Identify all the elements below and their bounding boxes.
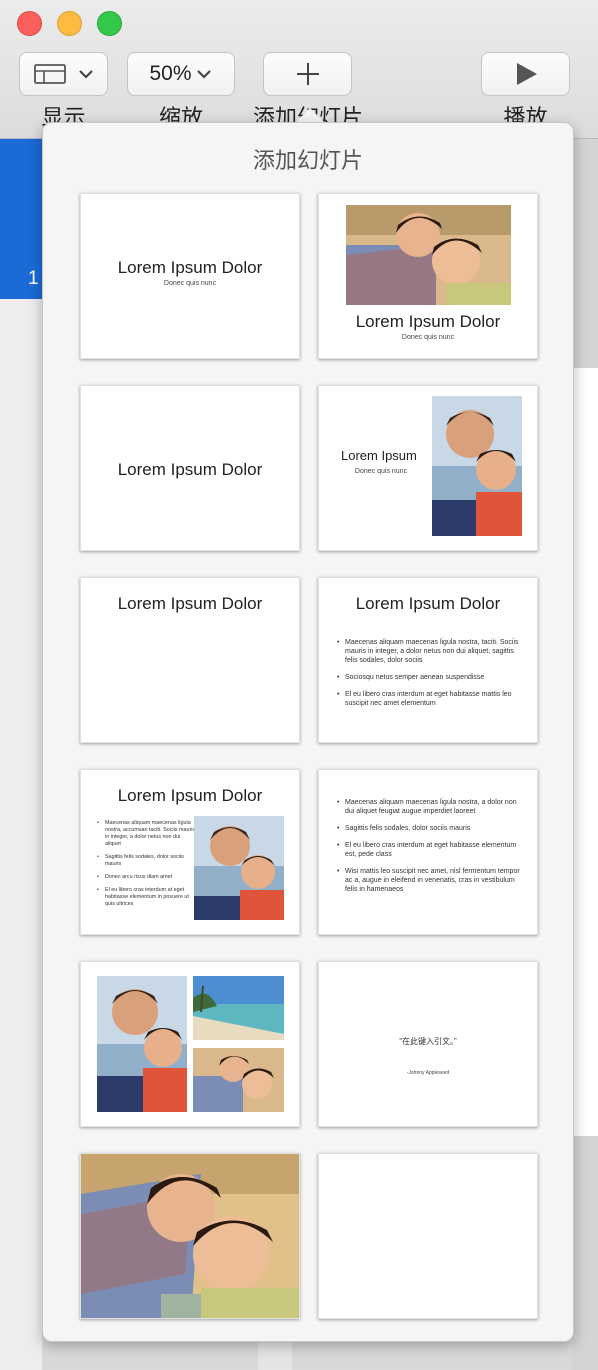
mother-child-photo [432,396,522,536]
plus-icon [296,63,319,85]
bullet-item: Sagittis felis sodales, dolor sociis mau… [97,854,197,868]
layout-title-subtitle[interactable]: Lorem Ipsum Dolor Donec quis nunc [80,193,300,359]
slide-navigator[interactable] [0,139,42,1370]
quote-text: “在此键入引文。” [399,1037,457,1046]
mother-child-photo [97,976,187,1112]
mother-child-photo [194,816,284,920]
layout-title-top[interactable]: Lorem Ipsum Dolor [80,577,300,743]
layout-title: Lorem Ipsum Dolor [117,594,263,613]
bullet-item: Sagittis felis sodales, dolor sociis mau… [337,824,527,833]
quote-author: -Johnny Appleseed [406,1070,450,1076]
kids-photo [81,1154,299,1318]
bullet-list: Maecenas aliquam maecenas ligula nostra,… [335,638,527,716]
play-icon [516,63,537,85]
status-strip [258,1342,292,1370]
zoom-value: 50% [149,62,192,85]
bullet-item: Maecenas aliquam maecenas ligula nostra,… [337,798,527,816]
bullet-item: Wisi mattis leo suscipit nec amet, nisl … [337,867,527,894]
bullet-list: Maecenas aliquam maecenas ligula nostra,… [95,820,197,914]
bullet-item: Sociosqu netus semper aenean suspendisse [337,673,527,682]
close-window-button[interactable] [17,11,42,36]
beach-photo [193,976,284,1040]
layout-title: Lorem Ipsum Dolor [117,786,263,805]
layout-title: Lorem Ipsum Dolor [355,594,501,613]
bullet-item: El eu libero cras interdum at eget habit… [337,690,527,708]
popover-arrow [295,108,325,123]
layout-title: Lorem Ipsum [341,448,417,463]
popover-title: 添加幻灯片 [252,148,363,173]
kids-photo [346,205,511,305]
zoom-menu[interactable]: 50% [127,52,235,96]
chevron-down-icon [196,70,211,79]
play-button[interactable] [481,52,570,96]
bullet-item: El eu libero cras interdum at eget habit… [337,841,527,859]
layout-blank[interactable] [318,1153,538,1319]
bullet-item: Maecenas aliquam maecenas ligula nostra,… [337,638,527,665]
layout-photo-full[interactable] [80,1153,300,1319]
layout-bullets-only[interactable]: Maecenas aliquam maecenas ligula nostra,… [318,769,538,935]
chevron-down-icon [78,70,93,79]
layout-title: Lorem Ipsum Dolor [355,312,501,331]
layout-title-bullets[interactable]: Lorem Ipsum Dolor Maecenas aliquam maece… [318,577,538,743]
add-slide-button[interactable] [263,52,352,96]
layout-photo-collage[interactable] [80,961,300,1127]
zoom-window-button[interactable] [97,11,122,36]
layout-quote[interactable]: “在此键入引文。” -Johnny Appleseed [318,961,538,1127]
layout-subtitle: Donec quis nunc [354,468,408,475]
minimize-window-button[interactable] [57,11,82,36]
layout-title-photo-right[interactable]: Lorem Ipsum Donec quis nunc [318,385,538,551]
layout-title: Lorem Ipsum Dolor [117,258,263,277]
layout-title-only-center[interactable]: Lorem Ipsum Dolor [80,385,300,551]
layout-subtitle: Donec quis nunc [163,280,217,287]
sidebar-icon [33,64,66,84]
layout-photo-title-subtitle[interactable]: Lorem Ipsum Dolor Donec quis nunc [318,193,538,359]
bullet-item: El eu libero cras interdum at eget habit… [97,887,197,908]
bullet-item: Donec arcu risus diam amet [97,874,197,881]
view-button[interactable] [19,52,108,96]
slide-canvas[interactable] [572,368,598,1136]
layout-title-bullets-photo[interactable]: Lorem Ipsum Dolor Maecenas aliquam maece… [80,769,300,935]
bullet-item: Maecenas aliquam maecenas ligula nostra,… [97,820,197,848]
layout-subtitle: Donec quis nunc [401,334,455,341]
slide-number: 1 [28,268,39,289]
kids-photo [193,1048,284,1112]
layout-title: Lorem Ipsum Dolor [117,460,263,479]
add-slide-popover: 添加幻灯片 Lorem Ipsum Dolor Donec quis nunc … [42,122,574,1342]
bullet-list: Maecenas aliquam maecenas ligula nostra,… [335,798,527,902]
